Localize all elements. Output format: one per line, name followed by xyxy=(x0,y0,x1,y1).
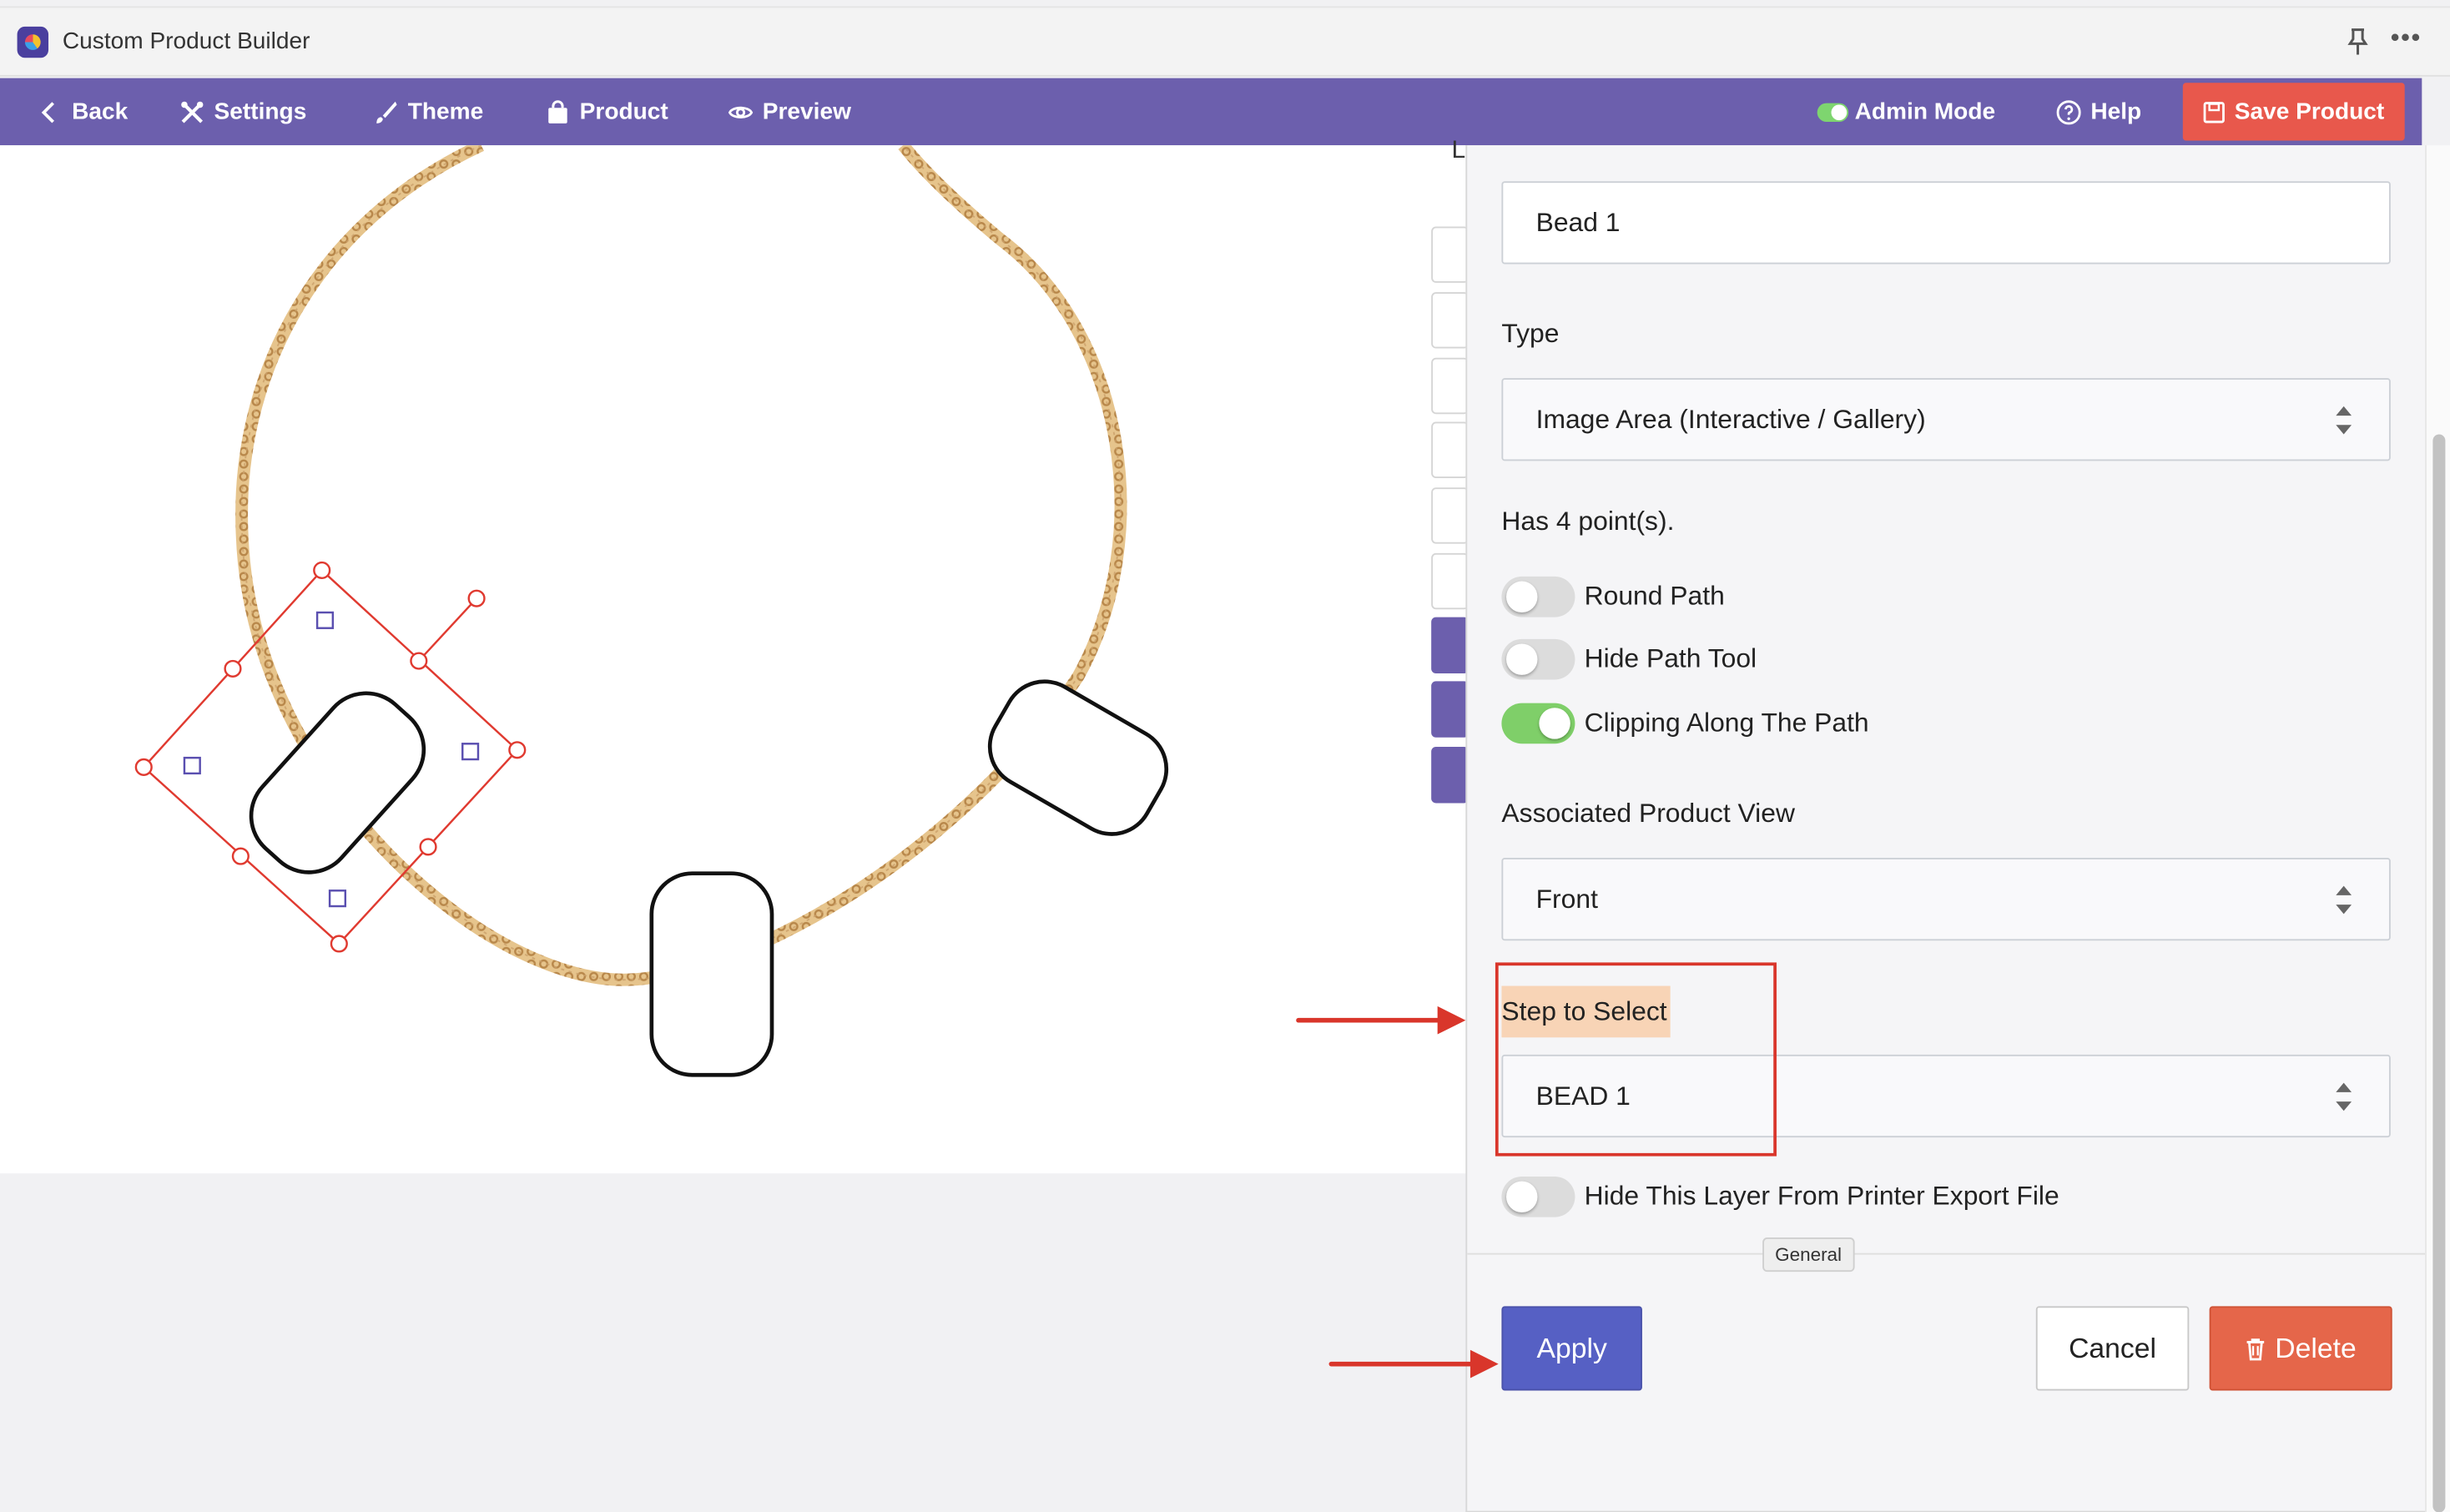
save-product-label: Save Product xyxy=(2234,98,2385,125)
hide-path-tool-label: Hide Path Tool xyxy=(1584,643,1757,674)
help-label: Help xyxy=(2090,98,2142,125)
type-label: Type xyxy=(1501,318,1560,349)
preview-label: Preview xyxy=(762,98,851,125)
side-button-6[interactable] xyxy=(1431,552,1469,610)
admin-mode-label: Admin Mode xyxy=(1854,98,1996,125)
apply-button[interactable]: Apply xyxy=(1501,1306,1642,1391)
title-bar: Custom Product Builder ••• xyxy=(0,6,2450,77)
divider xyxy=(1467,1252,2426,1255)
side-button-5[interactable] xyxy=(1431,487,1469,544)
associated-view-select[interactable]: Front xyxy=(1501,857,2391,941)
select-arrows-icon xyxy=(2336,406,2352,435)
clipping-along-path-toggle[interactable]: Clipping Along The Path xyxy=(1501,703,1869,744)
apply-label: Apply xyxy=(1536,1332,1607,1363)
app-title: Custom Product Builder xyxy=(62,28,310,55)
bead-right[interactable] xyxy=(975,667,1181,849)
brush-icon xyxy=(376,100,397,123)
hide-layer-export-toggle[interactable]: Hide This Layer From Printer Export File xyxy=(1501,1176,2059,1217)
side-button-1[interactable] xyxy=(1431,226,1469,283)
settings-button[interactable]: Settings xyxy=(179,78,306,146)
save-icon xyxy=(2203,101,2226,123)
layers-heading-fragment: L xyxy=(1451,137,1466,164)
panel-scrollbar[interactable] xyxy=(2425,145,2450,1512)
select-arrows-icon xyxy=(2336,885,2352,915)
necklace-chain xyxy=(235,145,1127,986)
pin-icon[interactable] xyxy=(2347,28,2372,57)
associated-view-value: Front xyxy=(1535,883,1598,914)
question-circle-icon xyxy=(2056,99,2081,124)
help-button[interactable]: Help xyxy=(2056,78,2141,146)
side-button-8[interactable] xyxy=(1431,681,1469,738)
title-input[interactable]: Bead 1 xyxy=(1501,181,2391,265)
main-toolbar: Back Settings Theme Product Preview Admi… xyxy=(0,78,2422,146)
trash-icon xyxy=(2246,1338,2265,1360)
scrollbar-thumb[interactable] xyxy=(2432,434,2446,1512)
toggle-switch[interactable] xyxy=(1501,576,1575,617)
layer-properties-panel: Bead 1 Type Image Area (Interactive / Ga… xyxy=(1465,145,2426,1512)
type-select-value: Image Area (Interactive / Gallery) xyxy=(1535,404,1926,434)
toggle-on-icon xyxy=(1817,102,1849,122)
delete-label: Delete xyxy=(2275,1332,2357,1363)
title-input-value: Bead 1 xyxy=(1535,207,1621,237)
theme-button[interactable]: Theme xyxy=(374,78,484,146)
toggle-switch[interactable] xyxy=(1501,703,1575,744)
back-label: Back xyxy=(72,98,129,125)
tools-icon xyxy=(181,100,204,123)
general-tooltip: General xyxy=(1762,1237,1855,1273)
side-button-3[interactable] xyxy=(1431,357,1469,415)
design-canvas[interactable] xyxy=(0,145,1466,1174)
side-button-7[interactable] xyxy=(1431,617,1469,674)
save-product-button[interactable]: Save Product xyxy=(2182,83,2405,141)
side-button-2[interactable] xyxy=(1431,292,1469,349)
cancel-label: Cancel xyxy=(2069,1332,2157,1363)
points-count-text: Has 4 point(s). xyxy=(1501,506,1675,537)
preview-button[interactable]: Preview xyxy=(728,78,851,146)
bead-1-selected[interactable] xyxy=(233,675,441,890)
toggle-switch[interactable] xyxy=(1501,1176,1575,1217)
product-button[interactable]: Product xyxy=(545,78,668,146)
clipping-along-path-label: Clipping Along The Path xyxy=(1584,708,1869,738)
side-button-4[interactable] xyxy=(1431,421,1469,478)
admin-mode-toggle[interactable]: Admin Mode xyxy=(1817,78,1995,146)
annotation-arrow-step xyxy=(1296,1005,1466,1035)
annotation-highlight-box xyxy=(1495,962,1777,1157)
theme-label: Theme xyxy=(407,98,484,125)
more-options-icon[interactable]: ••• xyxy=(2391,25,2422,53)
necklace-design xyxy=(134,145,1181,1077)
side-button-9[interactable] xyxy=(1431,747,1469,804)
select-arrows-icon xyxy=(2336,1082,2352,1111)
app-logo-icon xyxy=(17,26,49,58)
annotation-arrow-apply xyxy=(1328,1349,1499,1378)
cancel-button[interactable]: Cancel xyxy=(2035,1306,2190,1391)
delete-button[interactable]: Delete xyxy=(2209,1306,2392,1391)
shopping-bag-icon xyxy=(548,99,567,123)
chevron-left-icon xyxy=(41,101,54,123)
product-label: Product xyxy=(579,98,668,125)
hide-path-tool-toggle[interactable]: Hide Path Tool xyxy=(1501,638,1757,680)
back-button[interactable]: Back xyxy=(38,78,128,146)
eye-icon xyxy=(728,105,754,118)
round-path-toggle[interactable]: Round Path xyxy=(1501,576,1725,617)
associated-view-label: Associated Product View xyxy=(1501,798,1795,829)
toggle-switch[interactable] xyxy=(1501,638,1575,680)
round-path-label: Round Path xyxy=(1584,581,1725,612)
bead-bottom[interactable] xyxy=(649,871,774,1077)
hide-layer-export-label: Hide This Layer From Printer Export File xyxy=(1584,1181,2059,1212)
settings-label: Settings xyxy=(214,98,307,125)
type-select[interactable]: Image Area (Interactive / Gallery) xyxy=(1501,378,2391,461)
